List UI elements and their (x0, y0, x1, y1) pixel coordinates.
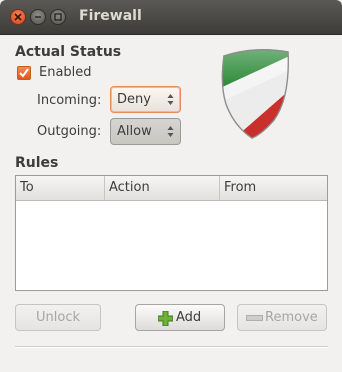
rules-heading: Rules (15, 155, 59, 171)
incoming-policy-value: Deny (117, 92, 151, 107)
column-header-to[interactable]: To (16, 176, 104, 200)
incoming-policy-select[interactable]: Deny (110, 86, 181, 113)
outgoing-policy-value: Allow (117, 124, 152, 139)
close-icon (14, 13, 22, 21)
outgoing-policy-select[interactable]: Allow (110, 118, 181, 145)
title-bar[interactable]: Firewall (0, 0, 342, 35)
checkmark-icon (19, 68, 29, 78)
close-button[interactable] (10, 9, 26, 25)
unlock-button[interactable]: Unlock (15, 304, 101, 331)
rules-table[interactable]: To Action From (15, 175, 328, 291)
updown-arrows-icon (167, 94, 174, 105)
remove-button[interactable]: Remove (237, 304, 327, 331)
plus-icon (158, 311, 173, 326)
remove-button-label: Remove (265, 310, 318, 325)
outgoing-label: Outgoing: (37, 124, 102, 139)
actual-status-heading: Actual Status (15, 44, 122, 60)
minus-icon (246, 315, 263, 321)
shield-icon (221, 49, 289, 139)
column-header-from[interactable]: From (219, 176, 327, 200)
add-button[interactable]: Add (135, 304, 225, 331)
enabled-checkbox[interactable] (17, 66, 31, 80)
incoming-label: Incoming: (37, 93, 102, 108)
updown-arrows-icon (167, 126, 174, 137)
rules-table-header: To Action From (16, 176, 327, 201)
minimize-icon (35, 16, 41, 18)
firewall-window: Firewall Actual Status Enabled Incoming:… (0, 0, 342, 372)
maximize-icon (54, 13, 62, 21)
bottom-separator (15, 346, 328, 348)
enabled-label[interactable]: Enabled (39, 65, 92, 80)
window-title: Firewall (79, 8, 142, 24)
column-header-action[interactable]: Action (104, 176, 219, 200)
minimize-button[interactable] (30, 9, 46, 25)
add-button-label: Add (176, 310, 202, 325)
maximize-button[interactable] (50, 9, 66, 25)
